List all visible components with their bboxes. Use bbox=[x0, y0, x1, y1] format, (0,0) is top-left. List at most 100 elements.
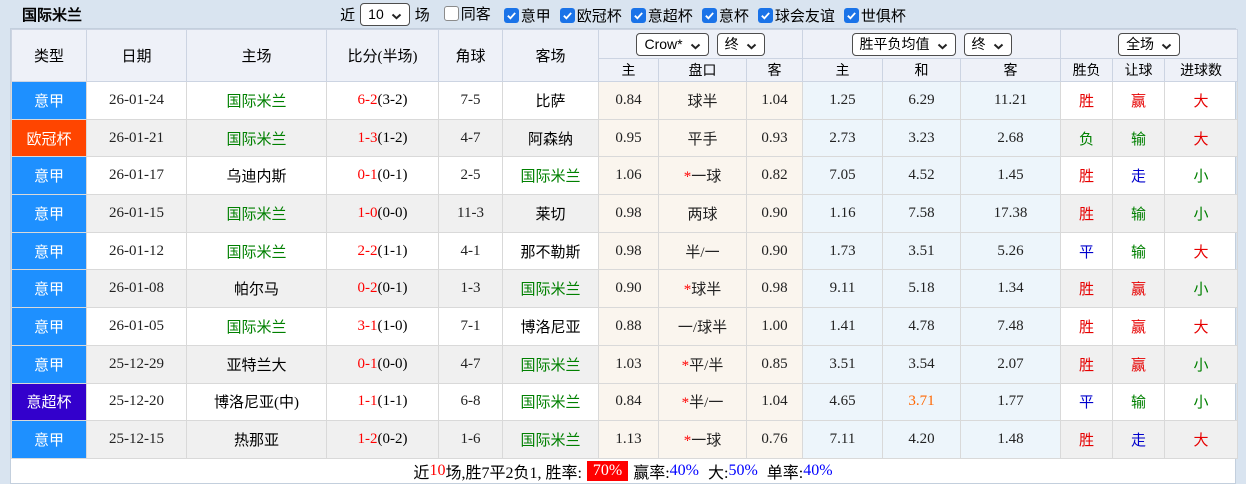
sub-header-outcome: 胜负 bbox=[1060, 58, 1114, 82]
full-score: 0-1 bbox=[357, 355, 378, 372]
footer-big-rate: 50% bbox=[728, 461, 758, 479]
result-outcome: 胜 bbox=[1060, 344, 1114, 384]
result-handicap: 赢 bbox=[1112, 344, 1166, 384]
sub-header-crow-away: 客 bbox=[745, 58, 804, 82]
away-team[interactable]: 那不勒斯 bbox=[502, 231, 599, 271]
filter-checkbox-item[interactable]: 欧冠杯 bbox=[559, 5, 622, 26]
avg-draw-odds: 3.71 bbox=[882, 382, 962, 422]
filter-checkbox-item[interactable]: 意杯 bbox=[701, 5, 749, 26]
home-team[interactable]: 国际米兰 bbox=[186, 307, 327, 346]
score-cell: 6-2(3-2) bbox=[326, 81, 439, 120]
away-team[interactable]: 国际米兰 bbox=[502, 344, 599, 384]
avg-draw-odds: 6.29 bbox=[882, 81, 962, 120]
checkbox-unchecked-icon[interactable] bbox=[443, 5, 459, 21]
handicap-line-text: 一球 bbox=[691, 433, 722, 450]
away-team[interactable]: 国际米兰 bbox=[502, 156, 599, 196]
result-handicap: 输 bbox=[1112, 231, 1166, 271]
checkbox-checked-icon[interactable] bbox=[843, 7, 859, 23]
away-team[interactable]: 比萨 bbox=[502, 81, 599, 120]
result-goals: 大 bbox=[1164, 118, 1239, 158]
table-row: 意甲 25-12-29 亚特兰大 0-1(0-0) 4-7 国际米兰 1.03 … bbox=[11, 344, 1239, 384]
footer-recent-label: 近 bbox=[413, 464, 430, 482]
full-score: 3-1 bbox=[357, 317, 378, 334]
match-type-badge: 意甲 bbox=[11, 420, 87, 459]
home-team[interactable]: 博洛尼亚(中) bbox=[186, 382, 327, 422]
handicap-line-text: 球半 bbox=[687, 93, 718, 110]
home-team[interactable]: 帕尔马 bbox=[186, 269, 327, 309]
result-outcome: 胜 bbox=[1060, 81, 1114, 120]
matches-panel: 类型 日期 主场 比分(半场) 角球 客场 Crow* 终 胜平负均值 终 全场… bbox=[10, 28, 1239, 484]
recent-prefix-label: 近 bbox=[340, 7, 356, 24]
corners-value: 7-1 bbox=[438, 307, 503, 346]
home-team[interactable]: 乌迪内斯 bbox=[186, 156, 327, 196]
checkbox-checked-icon[interactable] bbox=[701, 7, 717, 23]
full-score: 1-1 bbox=[357, 393, 378, 410]
avg-odds-select[interactable]: 胜平负均值 bbox=[851, 32, 956, 56]
filter-checkbox-item[interactable]: 意甲 bbox=[503, 5, 551, 26]
avg-time-select[interactable]: 终 bbox=[963, 32, 1012, 56]
home-team[interactable]: 国际米兰 bbox=[186, 81, 327, 120]
filter-checkbox-item[interactable]: 世俱杯 bbox=[843, 5, 906, 26]
away-team[interactable]: 国际米兰 bbox=[502, 420, 599, 459]
filter-checkbox-item[interactable]: 意超杯 bbox=[630, 5, 693, 26]
corners-value: 2-5 bbox=[438, 156, 503, 196]
crow-away-odds: 0.82 bbox=[745, 156, 804, 196]
result-goals: 小 bbox=[1164, 269, 1239, 309]
crow-handicap-line: 平手 bbox=[658, 118, 747, 158]
filter-checkbox-label: 同客 bbox=[460, 6, 491, 23]
result-goals: 大 bbox=[1164, 81, 1239, 120]
half-score: (0-1) bbox=[377, 280, 408, 297]
home-team[interactable]: 热那亚 bbox=[186, 420, 327, 459]
result-goals: 大 bbox=[1164, 307, 1239, 346]
recent-count-select[interactable]: 10 bbox=[360, 2, 410, 26]
sub-header-goals: 进球数 bbox=[1164, 58, 1239, 82]
home-team[interactable]: 国际米兰 bbox=[186, 118, 327, 158]
handicap-line-text: 平手 bbox=[687, 131, 718, 148]
filter-checkbox-item[interactable]: 球会友谊 bbox=[757, 5, 835, 26]
home-team[interactable]: 国际米兰 bbox=[186, 194, 327, 233]
corners-value: 7-5 bbox=[438, 81, 503, 120]
crow-home-odds: 0.84 bbox=[598, 382, 659, 422]
avg-home-odds: 1.25 bbox=[802, 81, 884, 120]
filter-checkbox-label: 球会友谊 bbox=[774, 8, 835, 25]
result-outcome: 胜 bbox=[1060, 420, 1114, 459]
chevron-down-icon bbox=[690, 37, 701, 53]
crow-handicap-line: 一/球半 bbox=[658, 307, 747, 346]
half-score: (0-0) bbox=[377, 204, 408, 221]
filter-checkbox-label: 欧冠杯 bbox=[576, 8, 622, 25]
crow-away-odds: 0.98 bbox=[745, 269, 804, 309]
half-score: (1-1) bbox=[377, 242, 408, 259]
odds-time-select[interactable]: 终 bbox=[716, 32, 765, 56]
away-team[interactable]: 莱切 bbox=[502, 194, 599, 233]
filter-checkbox-item[interactable]: 同客 bbox=[443, 3, 491, 24]
checkbox-checked-icon[interactable] bbox=[630, 7, 646, 23]
away-team[interactable]: 阿森纳 bbox=[502, 118, 599, 158]
table-row: 意甲 25-12-15 热那亚 1-2(0-2) 1-6 国际米兰 1.13 *… bbox=[11, 420, 1239, 459]
score-cell: 0-1(0-1) bbox=[326, 156, 439, 196]
avg-draw-odds: 7.58 bbox=[882, 194, 962, 233]
away-team[interactable]: 博洛尼亚 bbox=[502, 307, 599, 346]
home-team[interactable]: 亚特兰大 bbox=[186, 344, 327, 384]
full-score: 0-1 bbox=[357, 167, 378, 184]
checkbox-checked-icon[interactable] bbox=[559, 7, 575, 23]
result-handicap: 走 bbox=[1112, 420, 1166, 459]
result-handicap: 输 bbox=[1112, 194, 1166, 233]
avg-draw-odds: 3.54 bbox=[882, 344, 962, 384]
scope-select[interactable]: 全场 bbox=[1118, 32, 1181, 56]
avg-draw-odds: 4.20 bbox=[882, 420, 962, 459]
away-team[interactable]: 国际米兰 bbox=[502, 382, 599, 422]
match-date: 25-12-29 bbox=[86, 344, 187, 384]
odds-company-select[interactable]: Crow* bbox=[636, 32, 709, 56]
avg-time-value: 终 bbox=[971, 36, 986, 52]
recent-count-value: 10 bbox=[368, 6, 384, 22]
checkbox-checked-icon[interactable] bbox=[503, 7, 519, 23]
home-team[interactable]: 国际米兰 bbox=[186, 231, 327, 271]
result-goals: 大 bbox=[1164, 231, 1239, 271]
crow-away-odds: 1.04 bbox=[745, 382, 804, 422]
full-score: 2-2 bbox=[357, 242, 378, 259]
away-team[interactable]: 国际米兰 bbox=[502, 269, 599, 309]
chevron-down-icon bbox=[993, 37, 1004, 53]
footer-handicap-label: 赢率: bbox=[633, 464, 670, 482]
crow-away-odds: 0.76 bbox=[745, 420, 804, 459]
checkbox-checked-icon[interactable] bbox=[757, 7, 773, 23]
